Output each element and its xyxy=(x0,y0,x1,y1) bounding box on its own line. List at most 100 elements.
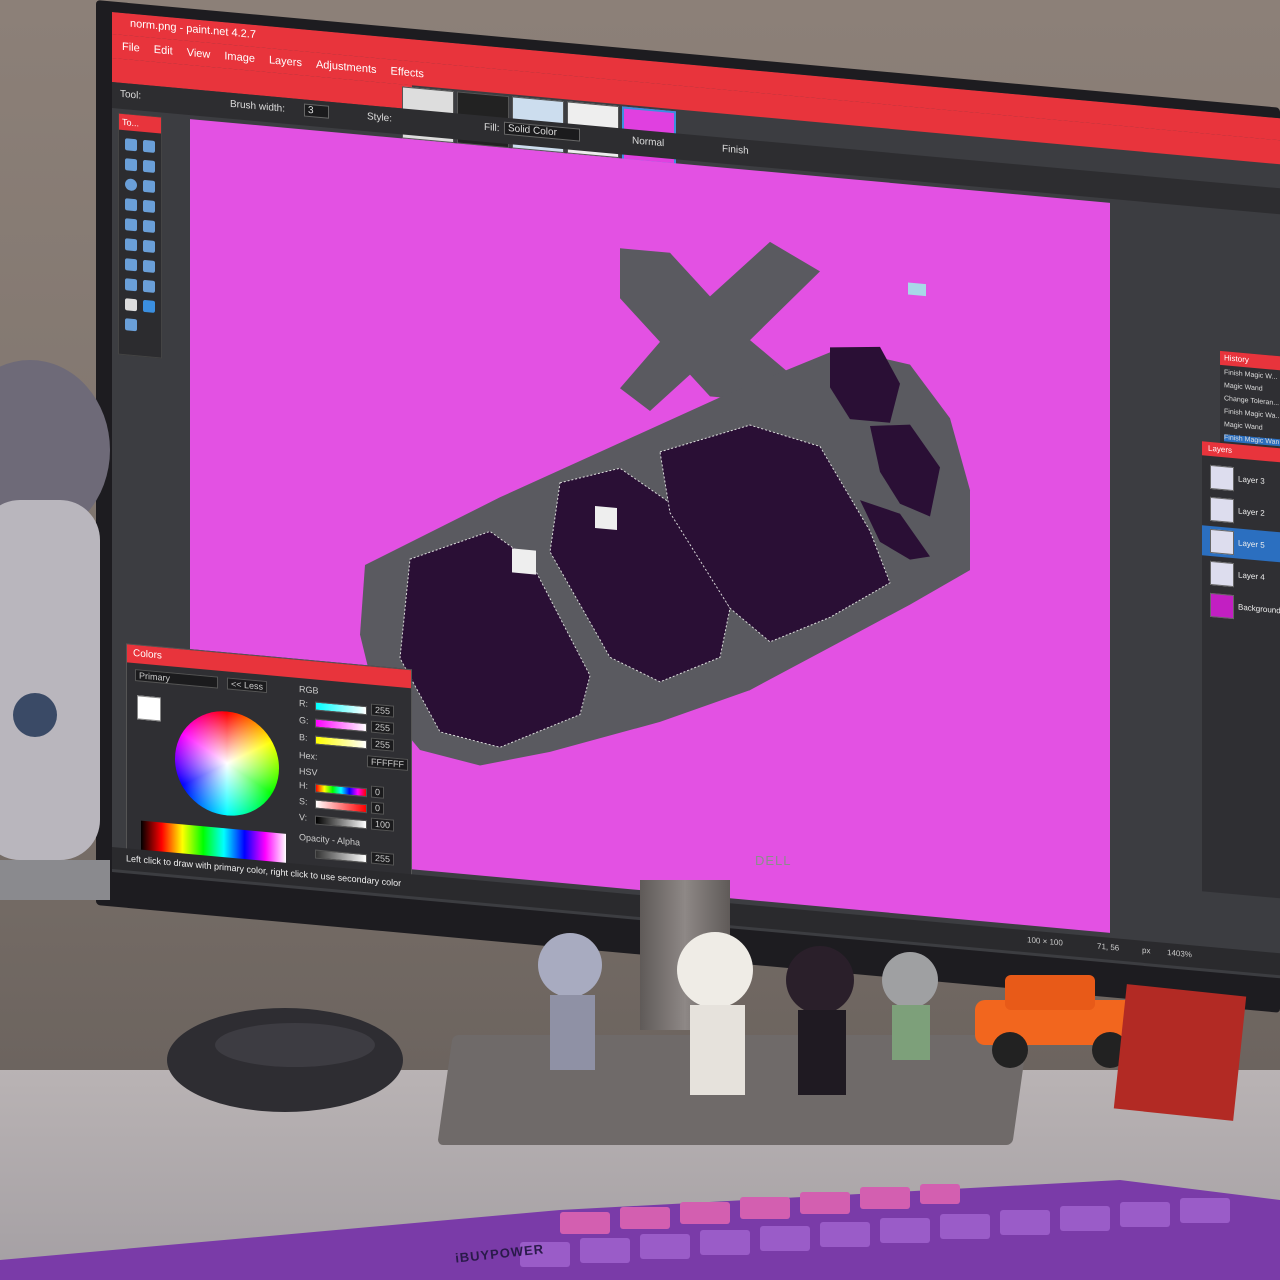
finish-button[interactable]: Finish xyxy=(722,144,749,157)
g-label: G: xyxy=(299,715,309,726)
opacity-input[interactable]: 255 xyxy=(371,851,395,866)
v-input[interactable]: 100 xyxy=(371,817,395,832)
image-size: 100 × 100 xyxy=(1027,935,1063,948)
h-slider[interactable] xyxy=(315,783,367,798)
r-slider[interactable] xyxy=(315,701,367,716)
pan-icon[interactable] xyxy=(143,199,155,213)
brush-width-label: Brush width: xyxy=(230,98,286,115)
layer-thumbnail xyxy=(1210,528,1234,556)
shapes-icon[interactable] xyxy=(125,318,137,332)
opacity-label: Opacity - Alpha xyxy=(299,832,361,848)
text-icon[interactable] xyxy=(125,298,137,312)
gradient-icon[interactable] xyxy=(143,219,155,233)
lasso-select-icon[interactable] xyxy=(125,158,137,172)
unit-select[interactable]: px xyxy=(1142,946,1150,956)
layer-row-layer-3[interactable]: Layer 3 xyxy=(1202,461,1280,498)
paint-bucket-icon[interactable] xyxy=(125,218,137,232)
s-label: S: xyxy=(299,796,308,807)
tool-label: Tool: xyxy=(120,88,142,102)
layers-panel: Layers Layer 3 Layer 2 Layer 5 Layer 4 B… xyxy=(1202,441,1280,899)
brush-width-input[interactable]: 3 xyxy=(304,103,329,119)
g-input[interactable]: 255 xyxy=(371,720,395,735)
computer-mouse xyxy=(167,1008,403,1112)
layer-row-background[interactable]: Background xyxy=(1202,589,1280,626)
monitor-logo: DELL xyxy=(755,853,792,868)
move-selection-icon[interactable] xyxy=(143,139,155,153)
rectangle-select-icon[interactable] xyxy=(125,138,137,152)
history-panel-title: History xyxy=(1224,353,1249,365)
layer-name: Layer 5 xyxy=(1238,538,1265,550)
h-label: H: xyxy=(299,780,308,791)
clone-stamp-icon[interactable] xyxy=(125,278,137,292)
layer-name: Layer 2 xyxy=(1238,506,1265,518)
red-box xyxy=(1113,984,1247,1121)
blend-mode-select[interactable]: Normal xyxy=(632,135,664,149)
microphone xyxy=(0,360,110,900)
zoom-icon[interactable] xyxy=(143,179,155,193)
primary-select[interactable]: Primary xyxy=(135,669,218,689)
layer-row-layer-2[interactable]: Layer 2 xyxy=(1202,493,1280,530)
menu-layers[interactable]: Layers xyxy=(269,48,302,75)
hsv-label: HSV xyxy=(299,766,318,778)
pencil-icon[interactable] xyxy=(125,258,137,272)
h-input[interactable]: 0 xyxy=(371,785,385,799)
move-selected-icon[interactable] xyxy=(143,159,155,173)
keyboard xyxy=(0,1180,1280,1280)
history-panel: History Finish Magic W... Magic Wand Cha… xyxy=(1220,350,1280,457)
colors-panel-title: Colors xyxy=(133,647,162,662)
layer-name: Background xyxy=(1238,602,1280,616)
zoom-level[interactable]: 1403% xyxy=(1167,948,1192,959)
s-input[interactable]: 0 xyxy=(371,801,385,815)
line-curve-icon[interactable] xyxy=(143,299,155,313)
paintbrush-icon[interactable] xyxy=(125,238,137,252)
history-item[interactable]: Finish Magic W... xyxy=(1224,369,1277,381)
colors-panel: Colors Primary << Less RGB R: 255 G: 255… xyxy=(126,643,412,887)
v-label: V: xyxy=(299,812,308,823)
history-item[interactable]: Change Toleran... xyxy=(1224,395,1279,407)
hex-label: Hex: xyxy=(299,750,318,762)
color-wheel[interactable] xyxy=(175,706,279,821)
g-slider[interactable] xyxy=(315,718,367,733)
layer-name: Layer 4 xyxy=(1238,570,1265,582)
b-slider[interactable] xyxy=(315,735,367,750)
color-picker-icon[interactable] xyxy=(143,259,155,273)
rgb-label: RGB xyxy=(299,684,319,696)
opacity-slider[interactable] xyxy=(315,849,367,864)
less-button[interactable]: << Less xyxy=(227,677,268,694)
layers-panel-title: Layers xyxy=(1208,443,1233,455)
cursor-position: 71, 56 xyxy=(1097,941,1120,953)
layer-thumbnail xyxy=(1210,592,1234,620)
tools-panel-title: To... xyxy=(122,116,140,129)
layer-thumbnail xyxy=(1210,464,1234,492)
history-item[interactable]: Magic Wand xyxy=(1224,382,1263,393)
layer-thumbnail xyxy=(1210,496,1234,524)
s-slider[interactable] xyxy=(315,799,367,814)
fill-select[interactable]: Solid Color xyxy=(504,121,580,142)
b-input[interactable]: 255 xyxy=(371,737,395,752)
tools-panel-header: To... xyxy=(119,113,161,134)
menu-view[interactable]: View xyxy=(187,41,211,67)
style-label: Style: xyxy=(367,111,393,125)
v-slider[interactable] xyxy=(315,815,367,830)
layer-row-layer-5[interactable]: Layer 5 xyxy=(1202,525,1280,563)
b-label: B: xyxy=(299,732,308,743)
eraser-icon[interactable] xyxy=(143,239,155,253)
ellipse-select-icon[interactable] xyxy=(125,178,137,192)
menu-effects[interactable]: Effects xyxy=(391,59,424,86)
magic-wand-icon[interactable] xyxy=(125,198,137,212)
hex-input[interactable]: FFFFFF xyxy=(367,755,408,771)
menu-image[interactable]: Image xyxy=(224,44,255,71)
r-input[interactable]: 255 xyxy=(371,703,395,718)
layer-row-layer-4[interactable]: Layer 4 xyxy=(1202,557,1280,594)
recolor-icon[interactable] xyxy=(143,279,155,293)
fill-label: Fill: xyxy=(484,121,500,135)
monitor-screen: norm.png - paint.net 4.2.7 File Edit Vie… xyxy=(112,12,1280,979)
menu-edit[interactable]: Edit xyxy=(154,38,173,64)
menu-file[interactable]: File xyxy=(122,35,140,61)
history-item[interactable]: Magic Wand xyxy=(1224,421,1263,432)
anime-figurines xyxy=(538,932,938,1095)
primary-color-swatch[interactable] xyxy=(137,695,161,722)
history-panel-header: History xyxy=(1220,350,1280,371)
history-item[interactable]: Finish Magic Wa... xyxy=(1224,408,1280,420)
r-label: R: xyxy=(299,698,308,709)
